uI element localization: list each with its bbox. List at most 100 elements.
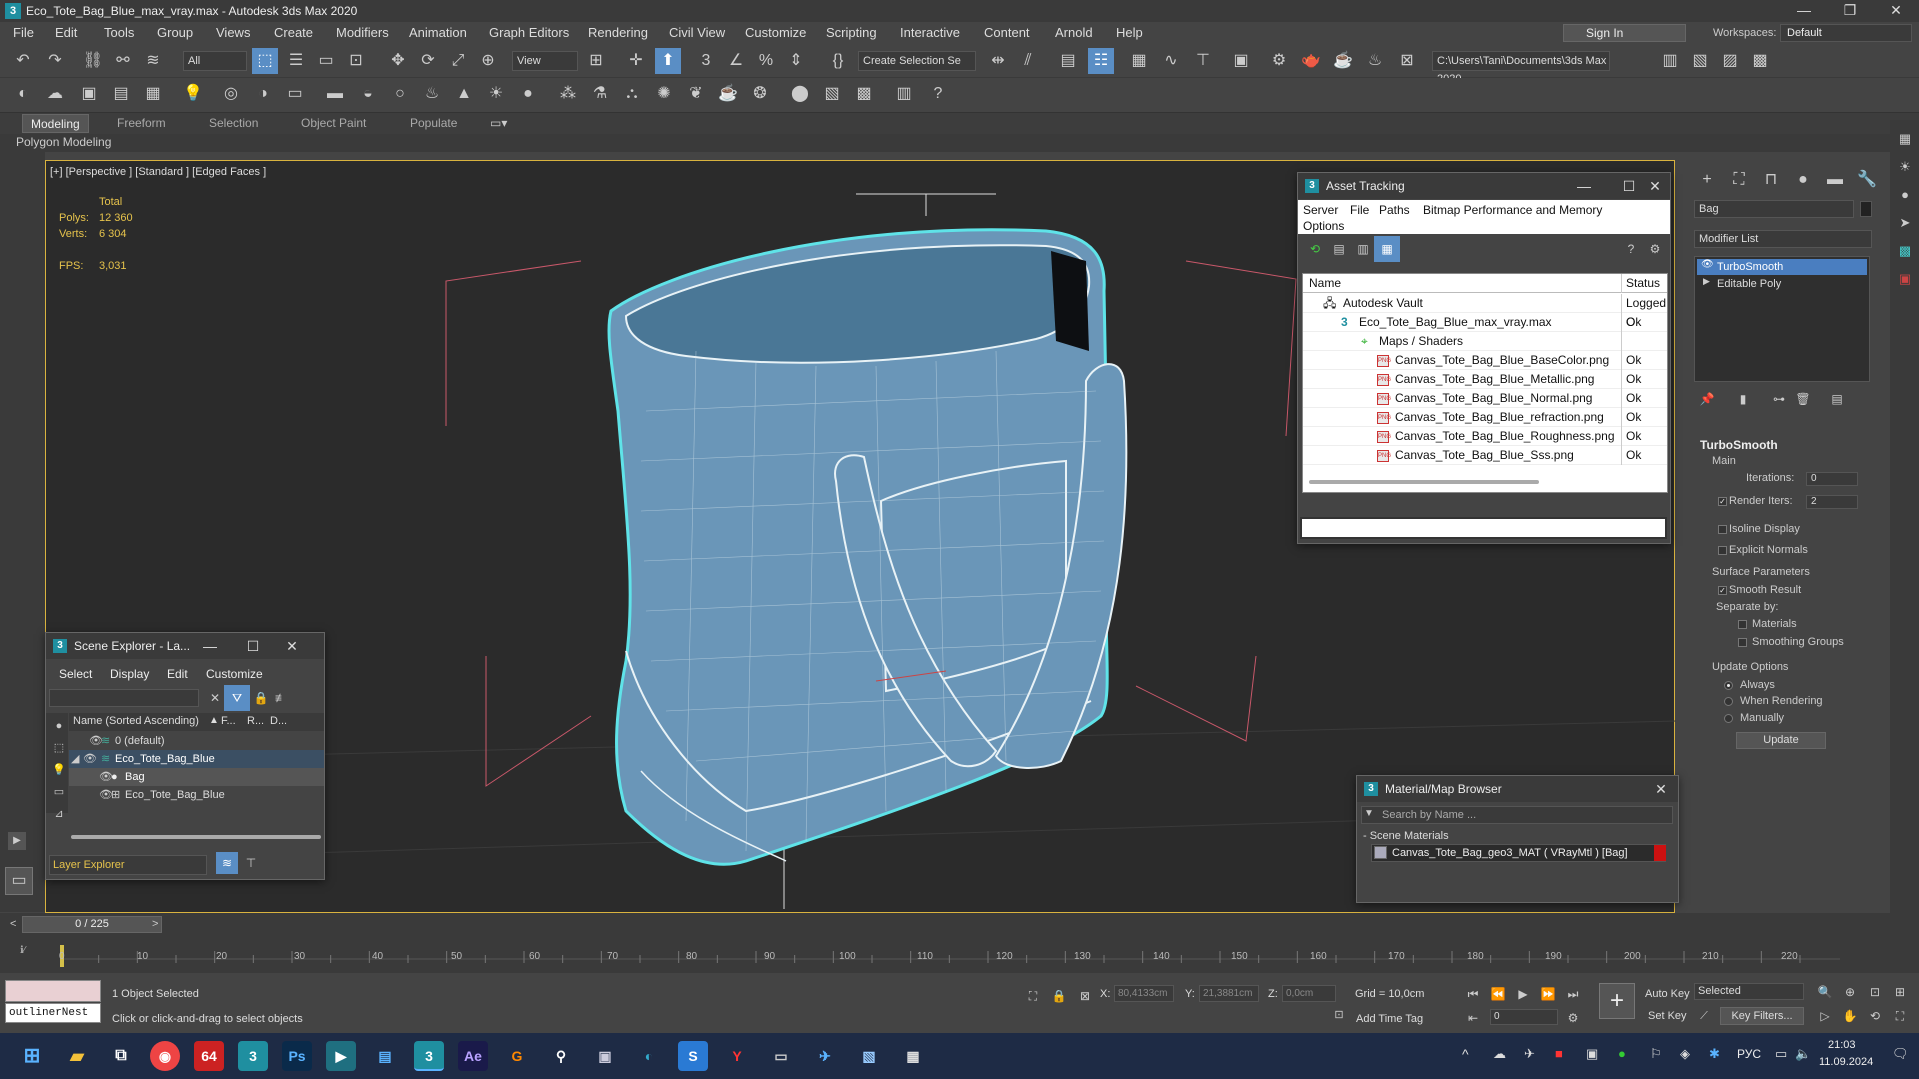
material-item[interactable]: Canvas_Tote_Bag_geo3_MAT ( VRayMtl ) [Ba… (1371, 844, 1666, 862)
app-slide-icon[interactable]: ▶ (326, 1041, 356, 1071)
minimize-icon[interactable]: — (196, 636, 224, 656)
menu-scripting[interactable]: Scripting (826, 25, 877, 40)
menu-interactive[interactable]: Interactive (900, 25, 960, 40)
z-coordinate-field[interactable]: 0,0cm (1282, 985, 1336, 1002)
vray-toolbar-icon-4[interactable]: ▤ (108, 81, 134, 107)
stack-item-editable-poly[interactable]: Editable Poly (1697, 276, 1867, 292)
vray-camera-icon[interactable]: ▧ (819, 81, 845, 107)
when-rendering-radio[interactable] (1724, 697, 1733, 706)
utilities-panel-icon[interactable]: 🔧 (1854, 167, 1880, 193)
menu-edit[interactable]: Edit (55, 25, 77, 40)
absolute-mode-icon[interactable]: ⊠ (1072, 983, 1098, 1009)
photoshop-icon[interactable]: Ps (282, 1041, 312, 1071)
align-icon[interactable]: ⫽ (1015, 48, 1041, 74)
time-config-icon[interactable]: ⚙ (1563, 1005, 1583, 1031)
table-view-icon[interactable]: ▦ (1374, 236, 1400, 262)
expand-triangle-icon[interactable]: ▶ (1703, 276, 1710, 287)
expand-viewport-icon[interactable]: ▶ (8, 832, 26, 850)
default-tangent-icon[interactable]: ⟋ (1694, 1003, 1714, 1029)
material-search-field[interactable]: ▼ Search by Name ... (1361, 806, 1673, 824)
list-item[interactable]: 👁 ● Bag (69, 768, 324, 786)
scene-explorer-titlebar[interactable]: 3 Scene Explorer - La... — ☐ ✕ (46, 633, 324, 659)
select-by-name-icon[interactable]: ☰ (283, 48, 309, 74)
workspace-dropdown[interactable]: Default (1780, 24, 1912, 42)
collapse-triangle-icon[interactable]: ◢ (71, 750, 79, 768)
pivot-icon[interactable]: ⊞ (583, 48, 609, 74)
edit-named-sets-icon[interactable]: {} (825, 48, 851, 74)
help-icon[interactable]: ? (1618, 236, 1644, 262)
vray-cup-icon[interactable]: ☕ (715, 81, 741, 107)
se-search-field[interactable] (49, 689, 199, 707)
notepad-icon[interactable]: ▤ (370, 1041, 400, 1071)
project-icon-2[interactable]: ▧ (1687, 48, 1713, 74)
material-editor-icon[interactable]: ▣ (1228, 48, 1254, 74)
col-name-header[interactable]: Name (1309, 274, 1341, 293)
hierarchy-panel-icon[interactable]: ⊓ (1758, 167, 1784, 193)
maxscript-listener-pink[interactable] (5, 980, 101, 1002)
terminal-icon[interactable]: ▭ (766, 1041, 796, 1071)
bind-space-warp-icon[interactable]: ≋ (140, 48, 166, 74)
disk-icon[interactable]: ▣ (590, 1041, 620, 1071)
close-icon[interactable]: ✕ (278, 636, 306, 656)
clock-date[interactable]: 11.09.2024 (1819, 1056, 1873, 1068)
curve-editor-icon[interactable]: ∿ (1158, 48, 1184, 74)
vray-ies-icon[interactable]: ○ (387, 81, 413, 107)
table-row[interactable]: PNG Canvas_Tote_Bag_Blue_Normal.png Ok (1303, 389, 1667, 408)
se-col-name[interactable]: Name (Sorted Ascending) (73, 715, 199, 727)
vray-sphere-icon[interactable]: ◎ (218, 81, 244, 107)
pin-stack-icon[interactable]: 📌 (1694, 386, 1720, 412)
sign-in-button[interactable]: Sign In (1563, 24, 1686, 42)
maxscript-input[interactable]: outlinerNest (5, 1003, 101, 1023)
rect-selection-icon[interactable]: ▭ (313, 48, 339, 74)
se-col-r[interactable]: R... (247, 715, 264, 727)
table-row[interactable]: 🖧 Autodesk Vault Logged O (1303, 294, 1667, 329)
project-path-dropdown[interactable]: C:\Users\Tani\Documents\3ds Max 2020 (1432, 51, 1610, 85)
3dsmax-icon[interactable]: 3 (238, 1041, 268, 1071)
current-frame-field[interactable]: 0 (1490, 1009, 1558, 1025)
always-radio[interactable] (1724, 681, 1733, 690)
show-end-result-icon[interactable]: ▮ (1730, 386, 1756, 412)
isoline-checkbox[interactable] (1718, 525, 1727, 534)
monitor-icon[interactable]: ▧ (854, 1041, 884, 1071)
telegram-icon[interactable]: ✈ (810, 1041, 840, 1071)
add-layer-icon[interactable]: ≢ (268, 685, 294, 711)
configure-sets-icon[interactable]: ▤ (1824, 386, 1850, 412)
table-row[interactable]: PNG Canvas_Tote_Bag_Blue_Sss.png Ok (1303, 446, 1667, 465)
tray-icon-1[interactable]: ☁ (1493, 1046, 1506, 1062)
list-view-icon[interactable]: ▤ (1326, 236, 1352, 262)
vray-teapot-icon[interactable]: ♨ (419, 81, 445, 107)
menu-graph-editors[interactable]: Graph Editors (489, 25, 569, 40)
move-icon[interactable]: ✥ (385, 48, 411, 74)
close-icon[interactable]: ✕ (1641, 176, 1669, 196)
eye-icon[interactable]: 👁 (1701, 259, 1714, 270)
render-online-icon[interactable]: ⊠ (1394, 48, 1420, 74)
add-time-tag[interactable]: Add Time Tag (1356, 1013, 1423, 1025)
tray-icon-green[interactable]: ● (1618, 1046, 1626, 1061)
col-status-header[interactable]: Status (1621, 274, 1667, 293)
detail-view-icon[interactable]: ▥ (1350, 236, 1376, 262)
spinner-snap-icon[interactable]: ⇕ (783, 48, 809, 74)
vray-toolbar-icon-5[interactable]: ▦ (140, 81, 166, 107)
layer-explorer-dropdown[interactable]: Layer Explorer (49, 855, 207, 875)
smoothing-groups-checkbox[interactable] (1738, 638, 1747, 647)
table-row[interactable]: ⌖ Maps / Shaders (1303, 332, 1667, 351)
object-color-swatch[interactable] (1860, 201, 1872, 217)
menu-rendering[interactable]: Rendering (588, 25, 648, 40)
menu-modifiers[interactable]: Modifiers (336, 25, 389, 40)
zoom-extents-icon[interactable]: ⊡ (1865, 979, 1885, 1005)
select-object-icon[interactable]: ⬚ (252, 48, 278, 74)
toggle-layer-explorer-icon[interactable]: ☷ (1088, 48, 1114, 74)
zoom-all-icon[interactable]: ⊕ (1840, 979, 1860, 1005)
menu-animation[interactable]: Animation (409, 25, 467, 40)
selection-filter-dropdown[interactable]: All (183, 51, 247, 71)
language-indicator[interactable]: РУС (1737, 1047, 1761, 1061)
angle-snap-icon[interactable]: ∠ (723, 48, 749, 74)
go-to-end-icon[interactable]: ⏭ (1563, 981, 1583, 1007)
vray-plane-icon[interactable]: ▭ (282, 81, 308, 107)
vray-plant-icon[interactable]: ❦ (683, 81, 709, 107)
vray-toolbar-icon-1[interactable]: ◐ (10, 81, 36, 107)
menu-server[interactable]: Server (1303, 203, 1338, 217)
list-item[interactable]: 👁 ≋ 0 (default) (69, 732, 324, 750)
yandex-icon[interactable]: Y (722, 1041, 752, 1071)
render-iters-spinner[interactable]: 2 (1806, 495, 1858, 509)
